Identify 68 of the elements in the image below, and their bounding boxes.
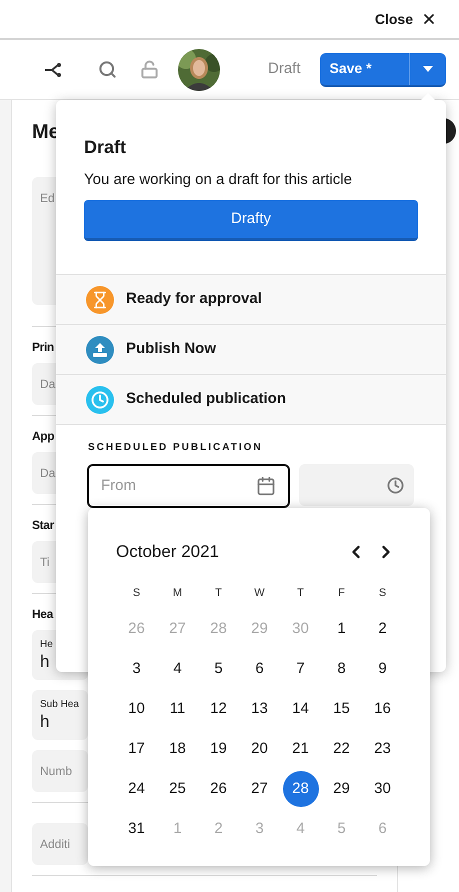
weekday-label: T <box>214 586 223 601</box>
weekday-label: M <box>172 586 184 601</box>
caret-icon <box>422 66 433 72</box>
calendar-icon <box>256 476 276 496</box>
calendar-day[interactable]: 1 <box>324 611 360 647</box>
option-label: Scheduled publication <box>126 389 286 410</box>
calendar-day[interactable]: 18 <box>160 731 196 767</box>
date-placeholder: From <box>101 476 136 496</box>
search-icon[interactable] <box>98 60 117 79</box>
calendar-day[interactable]: 17 <box>118 731 154 767</box>
calendar-day[interactable]: 28 <box>282 771 318 807</box>
calendar-day[interactable]: 24 <box>118 771 154 807</box>
weekday-label: S <box>132 586 142 601</box>
calendar-day[interactable]: 19 <box>200 731 236 767</box>
field-label: App <box>32 429 54 443</box>
calendar-day[interactable]: 7 <box>282 651 318 687</box>
calendar-day[interactable]: 25 <box>160 771 196 807</box>
field-label: Prin <box>32 340 54 354</box>
calendar-day[interactable]: 14 <box>282 691 318 727</box>
status-text: Draft <box>268 59 301 80</box>
weekday-label: W <box>253 586 266 601</box>
field-value: h <box>40 652 50 672</box>
menu-option[interactable]: Publish Now <box>56 324 446 374</box>
field-label: He <box>40 638 53 652</box>
calendar-day[interactable]: 16 <box>364 691 400 727</box>
option-label: Ready for approval <box>126 289 262 310</box>
schedule-label: SCHEDULED PUBLICATION <box>88 441 264 455</box>
calendar-day[interactable]: 30 <box>364 771 400 807</box>
calendar-day[interactable]: 3 <box>118 651 154 687</box>
calendar-day[interactable]: 8 <box>324 651 360 687</box>
weekday-label: F <box>337 586 346 601</box>
field-label: Sub Hea <box>40 698 79 712</box>
calendar-day[interactable]: 22 <box>324 731 360 767</box>
month-title: October 2021 <box>116 541 220 564</box>
weekday-label: S <box>378 586 388 601</box>
branch-icon[interactable] <box>44 62 64 78</box>
calendar-day[interactable]: 10 <box>118 691 154 727</box>
calendar-day[interactable]: 31 <box>118 811 154 847</box>
calendar-day[interactable]: 4 <box>160 651 196 687</box>
calendar-day[interactable]: 6 <box>242 651 278 687</box>
calendar-day[interactable]: 9 <box>364 651 400 687</box>
field-label: Star <box>32 518 54 532</box>
weekday-label: T <box>296 586 305 601</box>
calendar-day[interactable]: 13 <box>242 691 278 727</box>
calendar-day[interactable]: 20 <box>242 731 278 767</box>
calendar-day[interactable]: 26 <box>200 771 236 807</box>
menu-description: You are working on a draft for this article <box>84 170 353 190</box>
input-field[interactable]: Sub Hea h <box>32 690 88 740</box>
close-icon <box>421 11 437 27</box>
clock-icon <box>387 476 404 494</box>
option-label: Publish Now <box>126 339 216 360</box>
calendar-day[interactable]: 11 <box>160 691 196 727</box>
calendar-day[interactable]: 29 <box>324 771 360 807</box>
calendar-day[interactable]: 23 <box>364 731 400 767</box>
field-value: h <box>40 712 50 732</box>
menu-option[interactable]: Scheduled publication <box>56 374 446 424</box>
calendar-day[interactable]: 5 <box>200 651 236 687</box>
time-field[interactable] <box>299 464 414 506</box>
calendar-day[interactable]: 12 <box>200 691 236 727</box>
menu-option[interactable]: Ready for approval <box>56 274 446 324</box>
calendar-day[interactable]: 2 <box>364 611 400 647</box>
calendar-day[interactable]: 21 <box>282 731 318 767</box>
menu-title: Draft <box>84 136 128 159</box>
calendar-day[interactable]: 15 <box>324 691 360 727</box>
drafty-button[interactable]: Drafty <box>84 200 418 241</box>
close-button[interactable]: Close <box>374 8 437 30</box>
field-label: Hea <box>32 607 53 621</box>
calendar-day[interactable]: 27 <box>242 771 278 807</box>
